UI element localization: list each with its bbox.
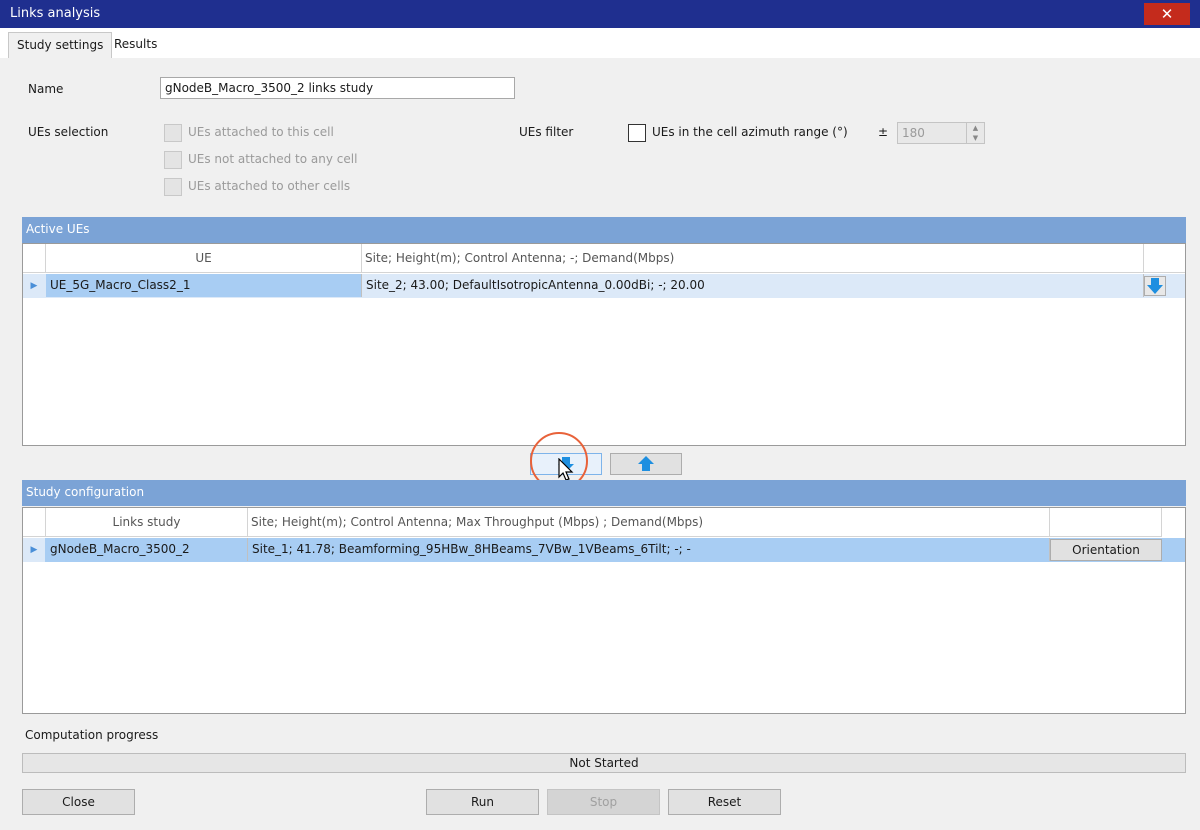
column-header-study-details[interactable]: Site; Height(m); Control Antenna; Max Th…	[248, 508, 1050, 537]
checkbox-box	[164, 151, 182, 169]
active-ues-grid: UE Site; Height(m); Control Antenna; -; …	[22, 243, 1186, 446]
column-header-action	[1144, 244, 1185, 273]
checkbox-ues-attached-this-cell[interactable]: UEs attached to this cell	[164, 124, 364, 142]
move-ue-down-row-button[interactable]	[1144, 276, 1166, 296]
study-name-cell[interactable]: gNodeB_Macro_3500_2	[46, 538, 248, 561]
close-button[interactable]: Close	[22, 789, 135, 815]
ues-selection-label: UEs selection	[28, 125, 109, 139]
arrow-up-icon	[638, 456, 654, 471]
table-row[interactable]: ▶ gNodeB_Macro_3500_2 Site_1; 41.78; Bea…	[23, 538, 1185, 562]
study-configuration-grid: Links study Site; Height(m); Control Ant…	[22, 507, 1186, 714]
checkbox-azimuth-range[interactable]: UEs in the cell azimuth range (°)	[628, 124, 848, 142]
window-close-button[interactable]: ✕	[1144, 3, 1190, 25]
progress-status: Not Started	[569, 756, 639, 770]
checkbox-label: UEs attached to other cells	[188, 179, 351, 193]
arrow-down-icon	[1147, 278, 1163, 294]
study-details-cell[interactable]: Site_1; 41.78; Beamforming_95HBw_8HBeams…	[248, 538, 1050, 561]
azimuth-value: 180	[902, 126, 925, 140]
azimuth-range-spinner[interactable]: 180 ▲ ▼	[897, 122, 985, 144]
move-up-button[interactable]	[610, 453, 682, 475]
mouse-pointer-icon	[558, 458, 574, 481]
column-header-action	[1050, 508, 1162, 537]
ue-name-cell[interactable]: UE_5G_Macro_Class2_1	[46, 274, 362, 297]
name-input[interactable]: gNodeB_Macro_3500_2 links study	[160, 77, 515, 99]
tab-bar: Study settings Results	[0, 28, 1200, 58]
title-bar: Links analysis ✕	[0, 0, 1200, 28]
checkbox-box	[628, 124, 646, 142]
reset-button[interactable]: Reset	[668, 789, 781, 815]
row-indicator-icon: ▶	[23, 538, 45, 562]
spin-up-icon[interactable]: ▲	[967, 123, 984, 133]
study-settings-panel: Name gNodeB_Macro_3500_2 links study UEs…	[8, 58, 1192, 824]
spin-down-icon[interactable]: ▼	[967, 133, 984, 143]
checkbox-label: UEs not attached to any cell	[188, 152, 358, 166]
study-configuration-header: Study configuration	[22, 480, 1186, 506]
plus-minus-sign: ±	[878, 125, 889, 139]
name-label: Name	[28, 82, 64, 96]
close-icon: ✕	[1160, 5, 1174, 23]
active-ues-header: Active UEs	[22, 217, 1186, 243]
tab-study-settings[interactable]: Study settings	[8, 32, 113, 58]
column-header-ue[interactable]: UE	[46, 244, 362, 273]
orientation-button[interactable]: Orientation	[1050, 539, 1162, 561]
row-header-corner	[23, 508, 46, 537]
run-button[interactable]: Run	[426, 789, 539, 815]
column-header-links-study[interactable]: Links study	[46, 508, 248, 537]
column-header-ue-details[interactable]: Site; Height(m); Control Antenna; -; Dem…	[362, 244, 1144, 273]
row-header-corner	[23, 244, 46, 273]
checkbox-box	[164, 178, 182, 196]
stop-button[interactable]: Stop	[547, 789, 660, 815]
spinner-arrows[interactable]: ▲ ▼	[966, 123, 984, 143]
computation-progress-label: Computation progress	[25, 728, 159, 742]
checkbox-label: UEs in the cell azimuth range (°)	[652, 125, 848, 139]
checkbox-box	[164, 124, 182, 142]
ues-filter-label: UEs filter	[519, 125, 574, 139]
table-row[interactable]: ▶ UE_5G_Macro_Class2_1 Site_2; 43.00; De…	[23, 274, 1185, 298]
checkbox-label: UEs attached to this cell	[188, 125, 334, 139]
checkbox-ues-not-attached[interactable]: UEs not attached to any cell	[164, 151, 364, 169]
ue-details-cell[interactable]: Site_2; 43.00; DefaultIsotropicAntenna_0…	[362, 274, 1144, 297]
tab-results[interactable]: Results	[106, 32, 165, 58]
computation-progress-bar: Not Started	[22, 753, 1186, 773]
row-indicator-icon: ▶	[30, 281, 38, 291]
window-title: Links analysis	[10, 6, 101, 21]
checkbox-ues-attached-other-cells[interactable]: UEs attached to other cells	[164, 178, 364, 196]
